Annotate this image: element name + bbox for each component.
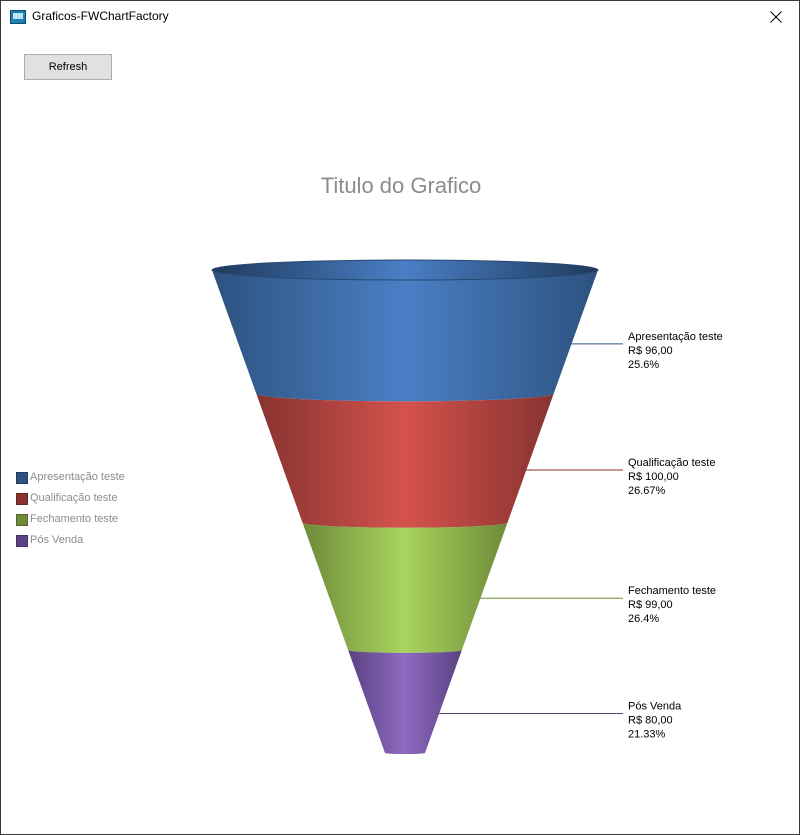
legend-label: Fechamento teste [30, 513, 119, 525]
data-label-percent: 21.33% [628, 728, 666, 740]
legend-swatch [16, 472, 28, 484]
funnel-segment-3 [302, 522, 508, 653]
legend-label: Pós Venda [30, 534, 84, 546]
data-label-name: Fechamento teste [628, 585, 716, 597]
data-label-name: Pós Venda [628, 700, 682, 712]
legend-swatch [16, 535, 28, 547]
funnel-segment-4 [348, 649, 462, 755]
legend-label: Apresentação teste [30, 471, 125, 483]
legend-swatch [16, 514, 28, 526]
funnel-top-rim [211, 259, 599, 281]
funnel-segment-1 [212, 270, 598, 402]
data-label-value: R$ 100,00 [628, 471, 679, 483]
data-label-percent: 26.4% [628, 613, 659, 625]
data-label-percent: 25.6% [628, 359, 659, 371]
data-label-name: Qualificação teste [628, 457, 715, 469]
funnel-segment-2 [256, 393, 554, 528]
legend-label: Qualificação teste [30, 492, 118, 504]
application-window: Graficos-FWChartFactory Refresh Titulo d… [0, 0, 800, 835]
data-label-value: R$ 80,00 [628, 714, 673, 726]
data-label-name: Apresentação teste [628, 331, 723, 343]
funnel-chart: Apresentação teste R$ 96,00 25.6% Qualifica… [211, 259, 723, 755]
data-label-percent: 26.67% [628, 485, 666, 497]
legend-swatch [16, 493, 28, 505]
data-label-value: R$ 99,00 [628, 599, 673, 611]
data-label-value: R$ 96,00 [628, 345, 673, 357]
